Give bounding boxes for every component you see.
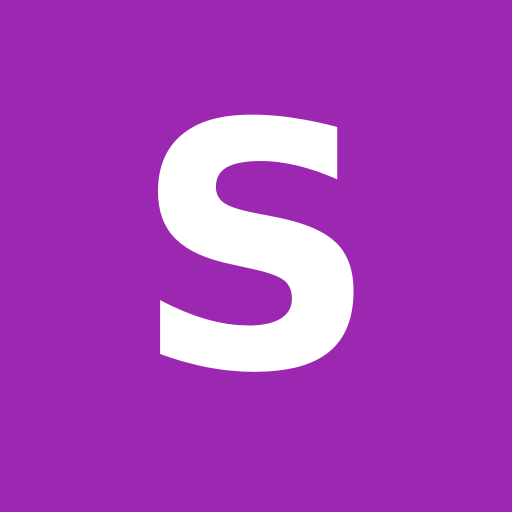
avatar-initial: S bbox=[133, 52, 379, 448]
avatar: S bbox=[0, 0, 512, 512]
